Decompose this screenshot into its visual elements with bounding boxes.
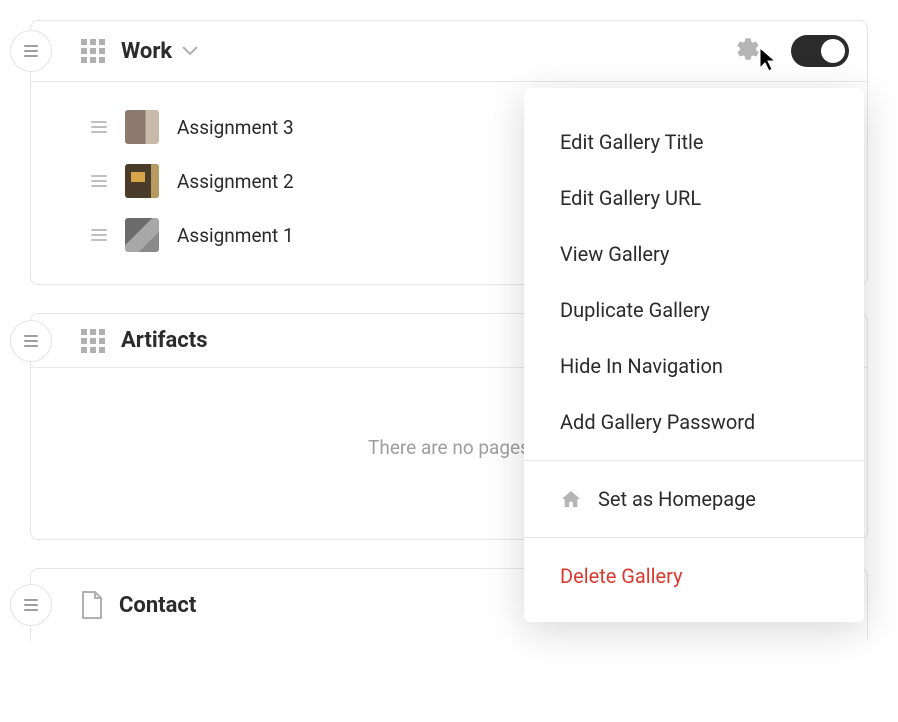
thumbnail [125,218,159,252]
drag-handle[interactable] [10,30,52,72]
item-label: Assignment 2 [177,170,294,193]
drag-icon [24,45,38,57]
drag-icon [24,335,38,347]
grid-icon [81,39,105,63]
menu-hide-navigation[interactable]: Hide In Navigation [524,338,864,394]
section-artifacts-title[interactable]: Artifacts [121,328,208,353]
drag-handle[interactable] [10,320,52,362]
menu-set-homepage[interactable]: Set as Homepage [524,471,864,527]
drag-handle[interactable] [10,584,52,626]
section-contact-title[interactable]: Contact [119,593,196,618]
drag-icon[interactable] [91,121,107,133]
menu-edit-url[interactable]: Edit Gallery URL [524,170,864,226]
menu-separator [524,537,864,538]
menu-duplicate-gallery[interactable]: Duplicate Gallery [524,282,864,338]
gear-icon[interactable] [735,36,761,66]
item-label: Assignment 1 [177,224,294,247]
page-icon [81,591,103,619]
menu-edit-title[interactable]: Edit Gallery Title [524,114,864,170]
grid-icon [81,329,105,353]
drag-icon[interactable] [91,229,107,241]
section-work-title[interactable]: Work [121,39,172,64]
thumbnail [125,164,159,198]
menu-separator [524,460,864,461]
drag-icon [24,599,38,611]
menu-delete-gallery[interactable]: Delete Gallery [524,548,864,604]
thumbnail [125,110,159,144]
visibility-toggle[interactable] [791,35,849,67]
drag-icon[interactable] [91,175,107,187]
section-work-header: Work [31,21,867,81]
menu-set-homepage-label: Set as Homepage [598,487,756,511]
item-label: Assignment 3 [177,116,294,139]
menu-view-gallery[interactable]: View Gallery [524,226,864,282]
home-icon [560,489,582,509]
chevron-down-icon[interactable] [182,46,198,56]
menu-add-password[interactable]: Add Gallery Password [524,394,864,450]
gallery-settings-menu: Edit Gallery Title Edit Gallery URL View… [524,88,864,622]
